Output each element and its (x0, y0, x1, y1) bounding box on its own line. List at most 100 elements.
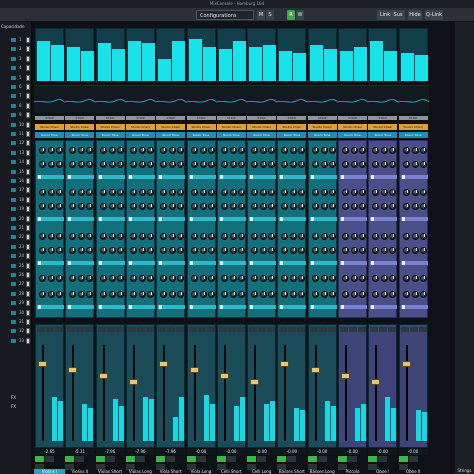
parameter-knob[interactable] (78, 247, 86, 254)
parameter-knob[interactable] (177, 291, 185, 298)
parameter-knob[interactable] (160, 275, 168, 282)
hide-button[interactable]: Hide (408, 10, 422, 20)
parameter-knob[interactable] (328, 161, 336, 168)
parameter-knob[interactable] (69, 247, 77, 254)
insert-slot[interactable]: Studio Chain (307, 124, 337, 130)
parameter-knob[interactable] (402, 247, 410, 254)
parameter-knob[interactable] (281, 247, 289, 254)
parameter-knob[interactable] (39, 189, 46, 196)
channel-toggle-button[interactable] (166, 456, 176, 462)
parameter-knob[interactable] (129, 189, 137, 196)
parameter-knob[interactable] (86, 247, 94, 254)
channel-toggle-button[interactable] (135, 456, 145, 462)
parameter-knob[interactable] (129, 147, 137, 154)
strip-tag[interactable]: STRIP (307, 116, 337, 120)
parameter-knob[interactable] (359, 189, 366, 196)
parameter-knob[interactable] (207, 275, 215, 282)
parameter-knob[interactable] (56, 189, 63, 196)
parameter-knob[interactable] (359, 275, 366, 282)
send-slot[interactable] (340, 217, 367, 221)
parameter-knob[interactable] (351, 203, 358, 210)
visibility-row[interactable]: 25 (0, 262, 31, 270)
visibility-checkbox[interactable] (26, 55, 30, 62)
parameter-knob[interactable] (138, 147, 146, 154)
parameter-knob[interactable] (78, 291, 86, 298)
channel-name[interactable]: Celli Long (246, 469, 277, 474)
parameter-knob[interactable] (311, 233, 319, 240)
parameter-knob[interactable] (108, 189, 116, 196)
fader-track[interactable] (102, 345, 105, 441)
parameter-knob[interactable] (86, 233, 94, 240)
visibility-row[interactable]: 33 (0, 337, 31, 345)
parameter-knob[interactable] (48, 247, 55, 254)
parameter-knob[interactable] (78, 233, 86, 240)
parameter-knob[interactable] (320, 247, 328, 254)
fader-track[interactable] (132, 345, 135, 441)
routing-button[interactable] (236, 327, 245, 332)
send-slot[interactable] (127, 261, 155, 265)
insert-slot[interactable]: Room Tone (216, 132, 246, 138)
routing-button[interactable] (37, 327, 45, 332)
parameter-knob[interactable] (56, 275, 63, 282)
visibility-row[interactable]: 31 (0, 318, 31, 326)
visibility-row[interactable]: 9 (0, 111, 31, 119)
parameter-knob[interactable] (372, 247, 380, 254)
parameter-knob[interactable] (372, 275, 380, 282)
eq-curve[interactable] (306, 85, 338, 113)
parameter-knob[interactable] (372, 161, 380, 168)
fader-handle[interactable] (98, 373, 108, 379)
fader-value[interactable]: -5.31 (65, 449, 95, 455)
strip-tag[interactable]: STRIP (35, 116, 64, 120)
parameter-knob[interactable] (190, 247, 198, 254)
parameter-knob[interactable] (389, 147, 397, 154)
parameter-knob[interactable] (260, 203, 268, 210)
send-slot[interactable] (370, 305, 398, 309)
send-slot[interactable] (97, 261, 125, 265)
eq-curve[interactable] (397, 85, 429, 113)
channel-name[interactable]: Violins I (34, 469, 65, 474)
parameter-knob[interactable] (48, 189, 55, 196)
fader-value[interactable]: -7.96 (156, 449, 186, 455)
parameter-knob[interactable] (260, 275, 268, 282)
fader-handle[interactable] (68, 367, 78, 373)
routing-button[interactable] (379, 327, 388, 332)
parameter-knob[interactable] (99, 233, 107, 240)
channel-toggle-button[interactable] (348, 456, 357, 462)
send-power-icon[interactable] (280, 305, 284, 309)
parameter-knob[interactable] (351, 247, 358, 254)
parameter-knob[interactable] (372, 189, 380, 196)
channel-toggle-button[interactable] (125, 456, 135, 462)
send-power-icon[interactable] (98, 261, 102, 265)
parameter-knob[interactable] (99, 203, 107, 210)
parameter-knob[interactable] (199, 291, 207, 298)
send-power-icon[interactable] (38, 217, 41, 221)
routing-button[interactable] (158, 327, 167, 332)
eq-curve[interactable] (276, 85, 308, 113)
channel-name[interactable]: Violins II (64, 469, 95, 474)
fader-track[interactable] (223, 345, 226, 441)
parameter-knob[interactable] (229, 291, 237, 298)
parameter-knob[interactable] (199, 203, 207, 210)
parameter-knob[interactable] (56, 203, 63, 210)
parameter-knob[interactable] (129, 233, 137, 240)
parameter-knob[interactable] (251, 161, 259, 168)
parameter-knob[interactable] (177, 189, 185, 196)
parameter-knob[interactable] (177, 247, 185, 254)
routing-button[interactable] (400, 327, 409, 332)
parameter-knob[interactable] (290, 247, 298, 254)
routing-button[interactable] (76, 327, 85, 332)
parameter-knob[interactable] (359, 291, 366, 298)
channel-name[interactable]: Basses Long (307, 469, 338, 474)
eq-curve[interactable] (94, 85, 126, 113)
visibility-checkbox[interactable] (26, 319, 30, 325)
parameter-knob[interactable] (311, 291, 319, 298)
fader-handle[interactable] (401, 361, 411, 367)
parameter-knob[interactable] (281, 275, 289, 282)
parameter-knob[interactable] (351, 147, 358, 154)
parameter-knob[interactable] (411, 203, 419, 210)
parameter-knob[interactable] (342, 147, 349, 154)
parameter-knob[interactable] (48, 161, 55, 168)
parameter-knob[interactable] (351, 161, 358, 168)
send-power-icon[interactable] (159, 175, 163, 179)
send-power-icon[interactable] (371, 305, 375, 309)
